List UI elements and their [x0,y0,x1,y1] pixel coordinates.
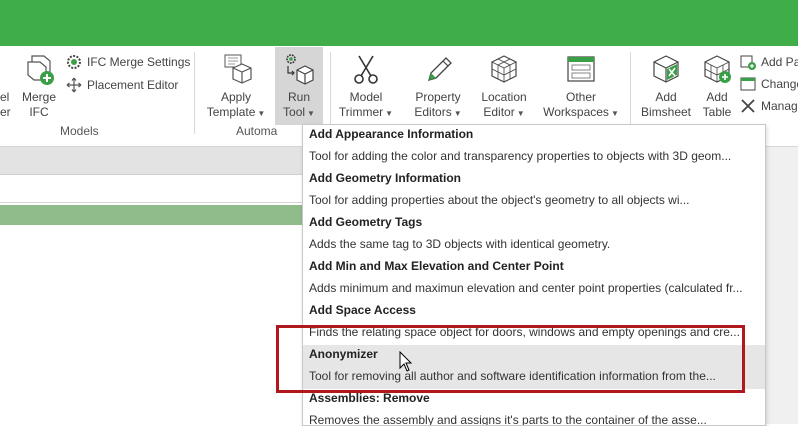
property-editors-button[interactable]: Property Editors ▼ [404,46,472,126]
merge-ifc-icon [27,55,54,85]
menu-item-title: Add Geometry Tags [309,215,423,229]
menu-item-add-min-max-elevation[interactable]: Add Min and Max Elevation and Center Poi… [303,257,765,301]
menu-item-add-geometry-information[interactable]: Add Geometry Information Tool for adding… [303,169,765,213]
scissors-icon [354,55,378,84]
model-trimmer-label-2: Trimmer ▼ [336,105,396,121]
separator [330,52,331,134]
merge-ifc-button[interactable]: Merge IFC [18,46,60,126]
run-tool-label-text: Tool [283,105,306,119]
other-workspaces-label-text: Workspaces [543,105,609,119]
other-workspaces-button[interactable]: Other Workspaces ▼ [540,46,622,126]
separator [630,52,631,134]
chevron-down-icon: ▼ [307,109,315,118]
apply-template-label-2: Template ▼ [202,105,270,121]
placement-editor-button[interactable]: Placement Editor [66,75,178,95]
menu-item-add-geometry-tags[interactable]: Add Geometry Tags Adds the same tag to 3… [303,213,765,257]
menu-item-description: Adds minimum and maximun elevation and c… [309,281,743,295]
menu-item-title: Add Geometry Information [309,171,462,185]
menu-item-title: Add Min and Max Elevation and Center Poi… [309,259,564,273]
property-editors-label-2: Editors ▼ [404,105,472,121]
partial-left-button[interactable]: el er [0,90,14,120]
manag-button[interactable]: Manag [740,96,798,116]
location-editor-button[interactable]: Location Editor ▼ [474,46,534,126]
models-group-label: Models [60,124,99,138]
menu-item-description: Tool for adding the color and transparen… [309,149,732,163]
menu-item-assemblies-remove[interactable]: Assemblies: Remove Removes the assembly … [303,389,765,426]
separator [194,52,195,134]
ifc-merge-settings-label: IFC Merge Settings [87,55,191,69]
merge-ifc-label-1: Merge [21,90,56,104]
manag-label: Manag [761,99,798,113]
partial-left-label-top: el [0,90,10,104]
partial-left-label-bottom: er [0,105,11,119]
model-trimmer-label-text: Trimmer [338,105,384,119]
placement-editor-label: Placement Editor [87,78,179,92]
location-editor-label-2: Editor ▼ [474,105,534,121]
run-tool-button[interactable]: Run Tool ▼ [275,46,323,126]
model-trimmer-button[interactable]: Model Trimmer ▼ [336,46,396,126]
menu-item-title: Add Appearance Information [309,127,474,141]
change-label: Change [761,77,798,91]
chevron-down-icon: ▼ [610,109,619,118]
automation-group-label: Automa [236,124,278,138]
other-workspaces-label-1: Other [565,90,596,104]
model-trimmer-label-1: Model [349,90,383,104]
highlight-annotation-box [276,325,745,393]
apply-template-label-1: Apply [220,90,252,104]
pencil-icon [428,57,452,81]
property-editors-label-text: Editors [414,105,452,119]
run-tool-icon [286,54,314,85]
bimsheet-cube-icon [653,55,679,83]
menu-item-title: Add Space Access [309,303,416,317]
table-cube-icon [704,55,731,83]
run-tool-label-1: Run [287,90,310,104]
menu-item-description: Tool for adding properties about the obj… [309,193,690,207]
menu-item-title: Assemblies: Remove [309,391,430,405]
move-arrows-icon [66,77,82,93]
tools-icon [741,99,755,113]
gear-icon [67,55,81,69]
app-title-bar [0,0,798,46]
add-table-button[interactable]: Add Table [698,46,736,126]
ifc-merge-settings-button[interactable]: IFC Merge Settings [66,52,190,72]
chevron-down-icon: ▼ [516,109,525,118]
add-pa-button[interactable]: Add Pa [740,52,798,72]
merge-ifc-label-2: IFC [29,105,49,119]
location-editor-label-text: Editor [483,105,515,119]
location-editor-label-1: Location [481,90,527,104]
menu-item-add-appearance-information[interactable]: Add Appearance Information Tool for addi… [303,125,765,169]
workspace-window-icon [567,56,595,82]
run-tool-label-2: Tool ▼ [275,105,323,121]
change-button[interactable]: Change [740,74,798,94]
menu-item-description: Adds the same tag to 3D objects with ide… [309,237,611,251]
add-table-label-1: Add [706,90,728,104]
right-panel [766,147,798,424]
chevron-down-icon: ▼ [453,109,462,118]
menu-item-description: Removes the assembly and assigns it's pa… [309,413,707,426]
template-cube-icon [224,54,252,84]
other-workspaces-label-2: Workspaces ▼ [540,105,622,121]
mouse-pointer-icon [399,351,413,372]
grid-cube-icon [491,55,517,83]
apply-template-label-text: Template [206,105,256,119]
apply-template-button[interactable]: Apply Template ▼ [202,46,270,126]
add-table-label-2: Table [702,105,732,119]
add-pa-label: Add Pa [761,55,798,69]
chevron-down-icon: ▼ [385,109,394,118]
change-window-icon [740,77,756,91]
chevron-down-icon: ▼ [257,109,266,118]
property-editors-label-1: Property [415,90,461,104]
add-bimsheet-button[interactable]: Add Bimsheet [636,46,696,126]
add-bimsheet-label-1: Add [655,90,677,104]
add-bimsheet-label-2: Bimsheet [640,105,692,119]
add-sheet-icon [740,55,756,70]
